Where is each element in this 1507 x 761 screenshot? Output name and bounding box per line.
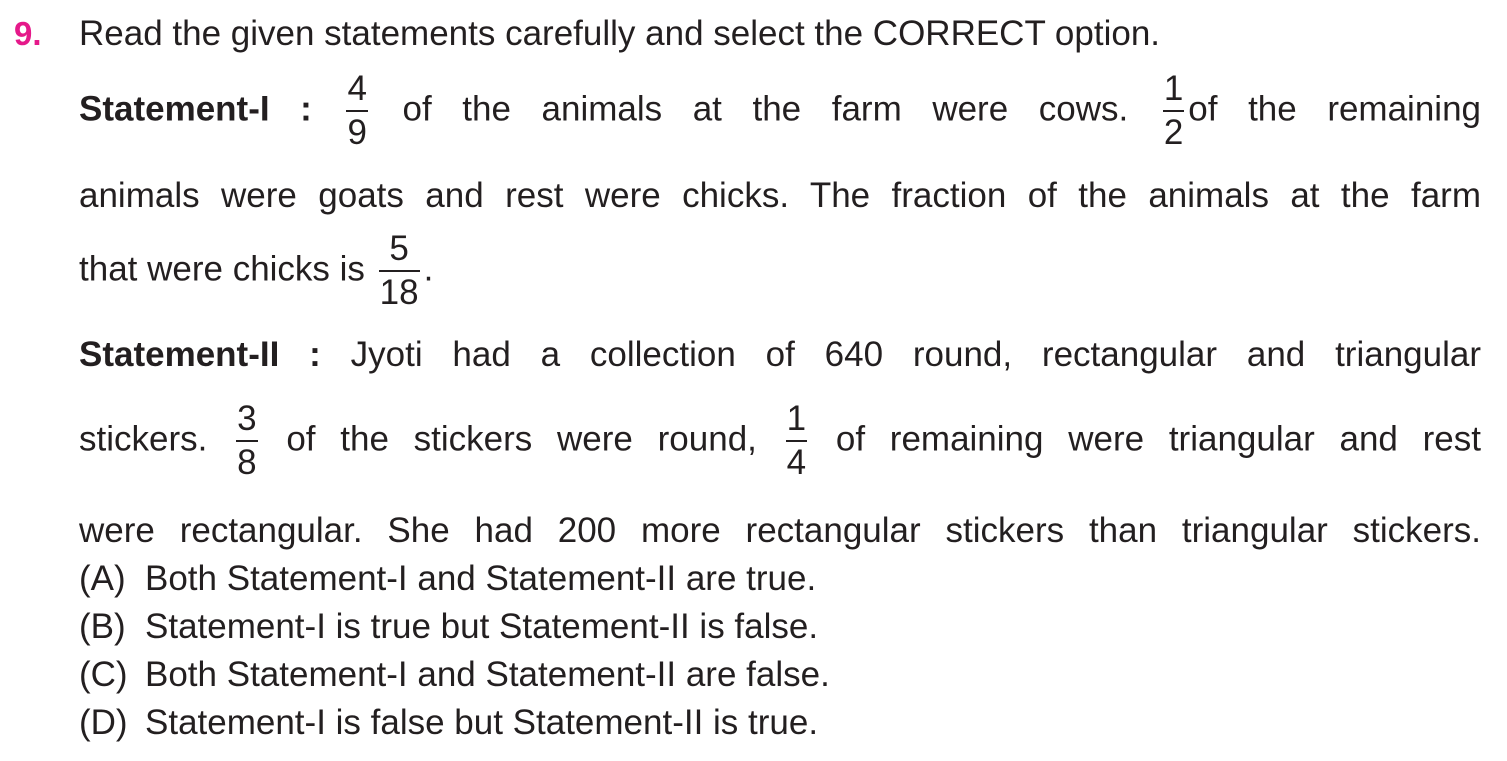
statement2-label: Statement-II : xyxy=(79,335,321,374)
fraction-1-2: 12 xyxy=(1162,69,1185,152)
statement2-line3: were rectangular. She had 200 more recta… xyxy=(79,511,1481,550)
fraction-1-4: 14 xyxy=(785,399,808,482)
option-letter: (D) xyxy=(79,703,128,742)
statement2-line2-mid: of the stickers were round, xyxy=(286,419,757,459)
option-text: Statement-I is false but Statement-II is… xyxy=(145,703,819,742)
option-letter: (A) xyxy=(79,559,126,598)
fraction-denominator: 9 xyxy=(347,113,367,152)
statement2-line2-start: stickers. xyxy=(79,419,208,459)
fraction-denominator: 8 xyxy=(237,443,257,482)
fraction-numerator: 1 xyxy=(786,399,807,438)
statement1-text1: of the animals at the farm were cows. xyxy=(402,89,1129,129)
fraction-numerator: 3 xyxy=(237,399,257,438)
option-d[interactable]: (D) Statement-I is false but Statement-II… xyxy=(79,701,818,745)
statement1-line3-end: . xyxy=(423,249,434,289)
option-b[interactable]: (B) Statement-I is true but Statement-II … xyxy=(79,605,818,649)
option-letter: (B) xyxy=(79,607,126,646)
statement2-text1: Jyoti had a collection of 640 round, rec… xyxy=(350,335,1481,374)
fraction-4-9: 49 xyxy=(346,69,368,152)
question-number: 9. xyxy=(14,15,42,52)
statement2-line2: stickers. 38 of the stickers were round,… xyxy=(79,400,1481,482)
statement2-line2-end: of remaining were triangular and rest xyxy=(835,419,1481,459)
statement1-label: Statement-I : xyxy=(79,89,312,129)
option-text: Both Statement-I and Statement-II are tr… xyxy=(145,559,817,598)
option-text: Statement-I is true but Statement-II is … xyxy=(145,607,819,646)
fraction-3-8: 38 xyxy=(236,399,258,482)
statement2-line1: Statement-II : Jyoti had a collection of… xyxy=(79,333,1481,377)
option-text: Both Statement-I and Statement-II are fa… xyxy=(145,655,830,694)
fraction-denominator: 4 xyxy=(786,443,807,482)
statement1-line3-text: that were chicks is xyxy=(79,249,365,289)
statement1-line1: Statement-I : 49 of the animals at the f… xyxy=(79,70,1481,152)
fraction-numerator: 4 xyxy=(347,69,367,108)
fraction-denominator: 18 xyxy=(379,273,419,312)
option-a[interactable]: (A) Both Statement-I and Statement-II are… xyxy=(79,557,816,601)
statement1-text2: of the remaining xyxy=(1188,89,1482,129)
fraction-5-18: 5 18 xyxy=(378,229,420,312)
fraction-numerator: 5 xyxy=(389,229,409,268)
fraction-denominator: 2 xyxy=(1163,113,1184,152)
statement1-line3: that were chicks is 5 18. xyxy=(79,230,1481,312)
question-block: 9. Read the given statements carefully a… xyxy=(0,0,1507,761)
statement1-line2: animals were goats and rest were chicks.… xyxy=(79,176,1481,215)
option-c[interactable]: (C) Both Statement-I and Statement-II are… xyxy=(79,653,830,697)
fraction-numerator: 1 xyxy=(1163,69,1184,108)
question-prompt: Read the given statements carefully and … xyxy=(79,14,1161,53)
option-letter: (C) xyxy=(79,655,128,694)
